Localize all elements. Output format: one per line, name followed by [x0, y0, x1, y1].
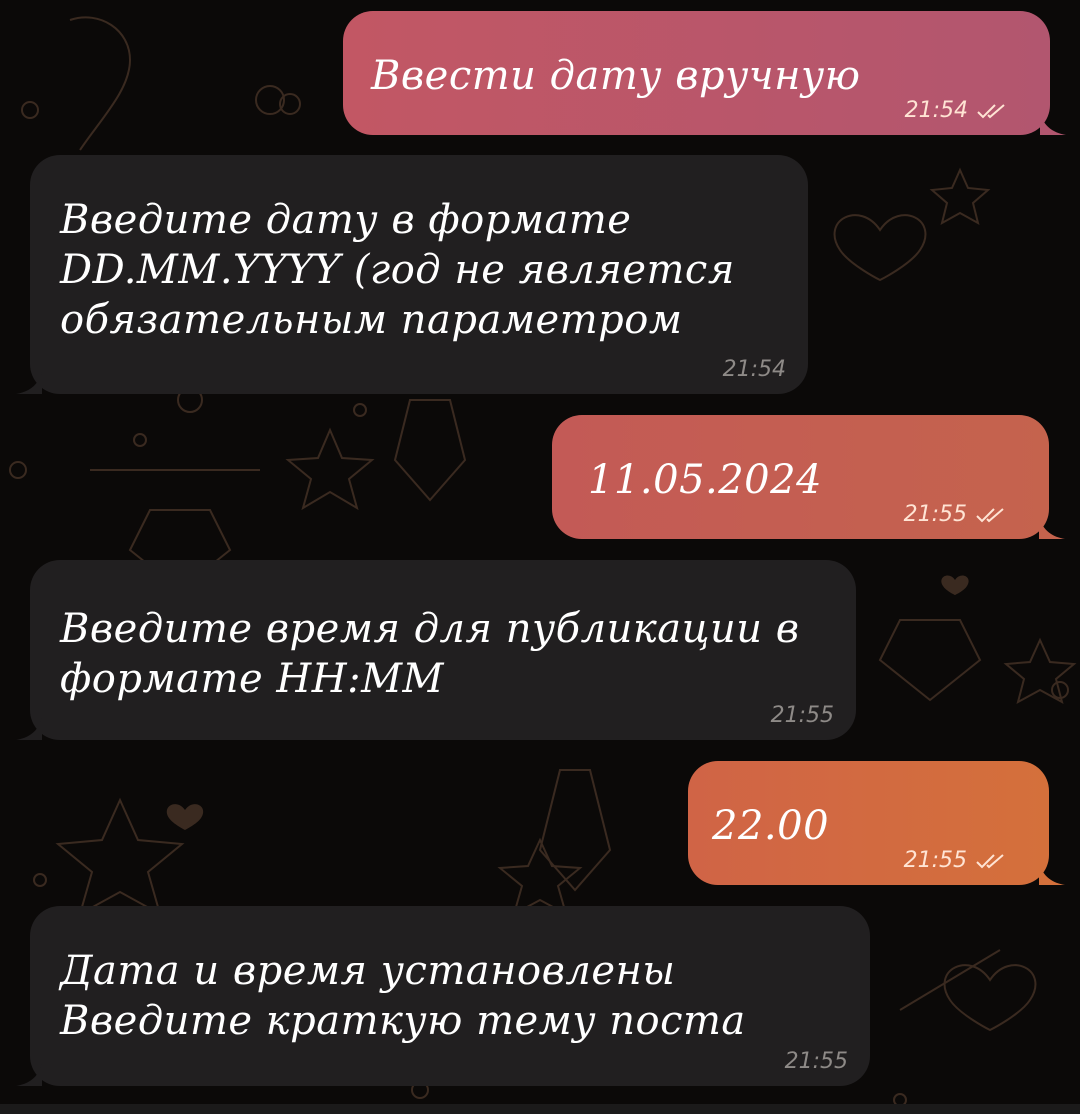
double-check-icon — [976, 853, 1004, 868]
bottom-edge-bar — [0, 1104, 1080, 1114]
message-meta: 21:54 — [723, 357, 786, 382]
message-time: 21:54 — [904, 98, 968, 123]
message-meta: 21:55 — [904, 848, 1005, 873]
message-outgoing[interactable]: 22.00 21:55 — [688, 761, 1065, 885]
message-meta: 21:54 — [905, 98, 1006, 123]
message-time: 21:55 — [770, 703, 834, 728]
message-time: 21:54 — [722, 357, 786, 382]
message-meta: 21:55 — [904, 502, 1005, 527]
message-text: Введите дату в формате DD.MM.YYYY (год н… — [60, 197, 735, 343]
message-outgoing[interactable]: Ввести дату вручную 21:54 — [343, 11, 1066, 135]
message-text: 22.00 — [712, 803, 830, 849]
message-meta: 21:55 — [771, 703, 834, 728]
double-check-icon — [976, 507, 1004, 522]
message-meta: 21:55 — [785, 1049, 848, 1074]
bubble-tail — [16, 1064, 42, 1086]
message-time: 21:55 — [784, 1049, 848, 1074]
message-text: Ввести дату вручную — [371, 53, 861, 99]
bubble-tail — [1039, 863, 1065, 885]
message-text: 11.05.2024 — [588, 457, 823, 503]
message-incoming[interactable]: Введите дату в формате DD.MM.YYYY (год н… — [16, 155, 808, 394]
message-time: 21:55 — [903, 502, 967, 527]
chat-message-list: Ввести дату вручную 21:54 Введите дату в… — [0, 0, 1080, 1114]
double-check-icon — [977, 103, 1005, 118]
bubble-tail — [16, 372, 42, 394]
message-text: Введите время для публикации в формате H… — [60, 606, 800, 702]
message-incoming[interactable]: Дата и время установлены Введите краткую… — [16, 906, 870, 1086]
message-outgoing[interactable]: 11.05.2024 21:55 — [552, 415, 1065, 539]
bubble-tail — [1040, 113, 1066, 135]
bubble-tail — [1039, 517, 1065, 539]
bubble-tail — [16, 718, 42, 740]
message-incoming[interactable]: Введите время для публикации в формате H… — [16, 560, 856, 740]
message-time: 21:55 — [903, 848, 967, 873]
message-text: Дата и время установлены Введите краткую… — [60, 948, 746, 1044]
